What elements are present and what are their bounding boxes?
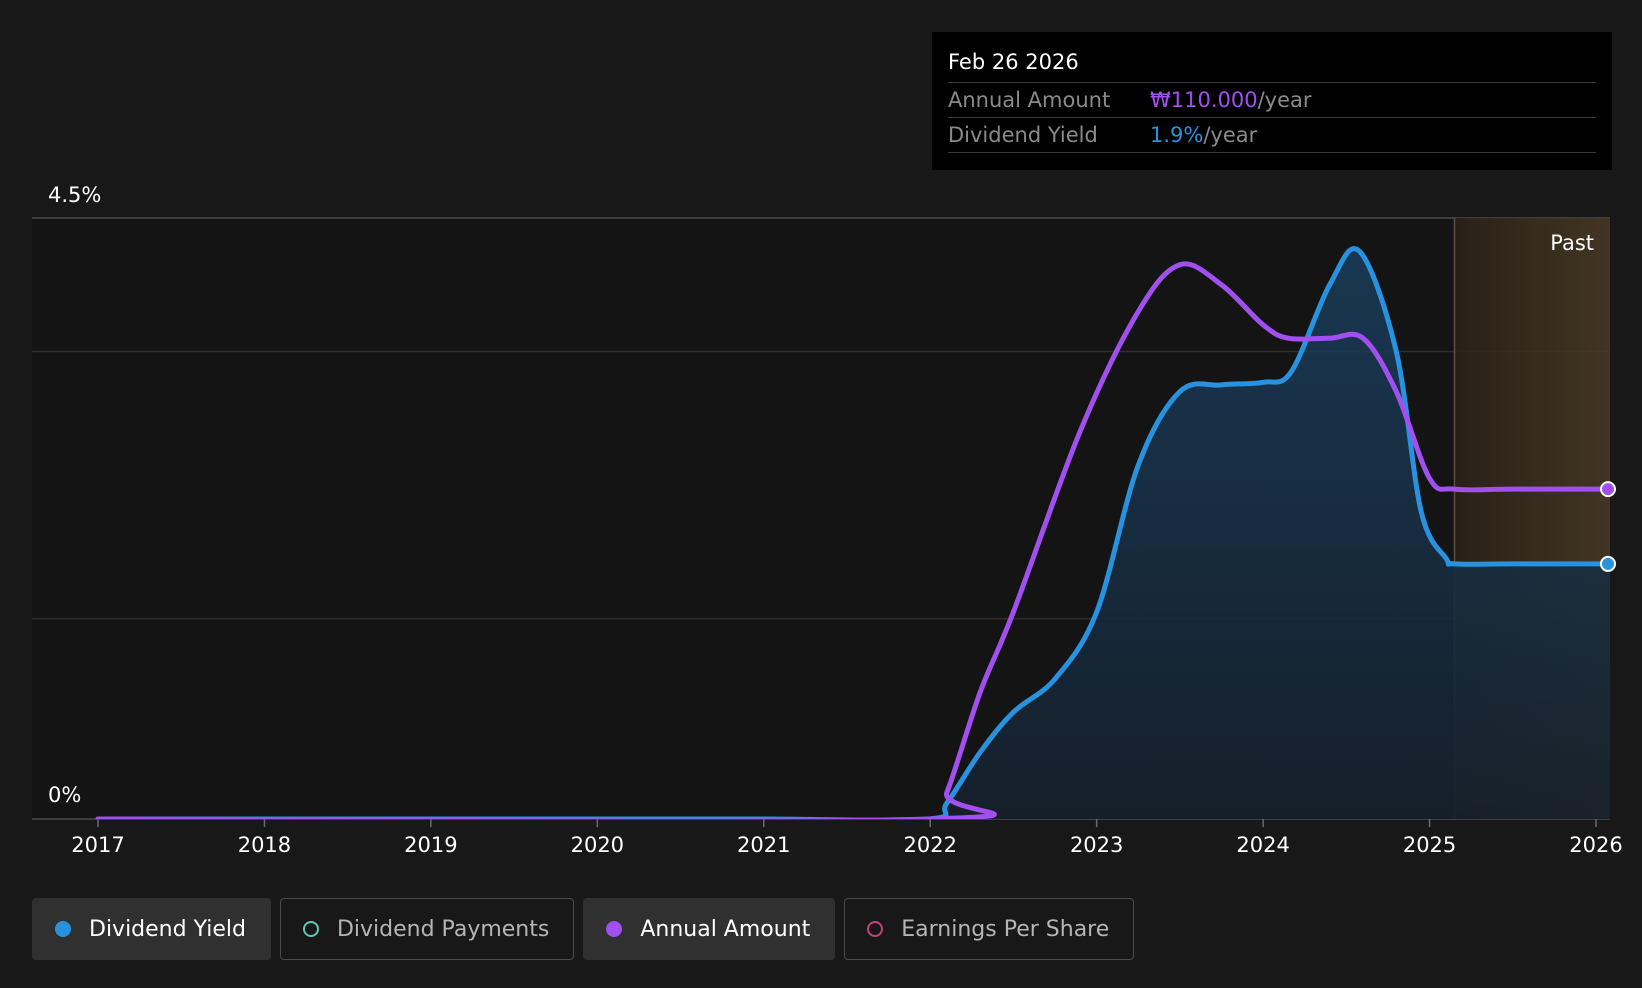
tooltip-value: ₩110.000 <box>1150 88 1258 112</box>
dividend-chart: Past 4.5% 0% 2017 2018 2019 2020 2021 2022 2023 2… <box>0 0 1642 880</box>
tooltip-row-annual-amount: Annual Amount ₩110.000 /year <box>948 83 1596 118</box>
x-tick-label: 2024 <box>1236 833 1289 857</box>
x-tick-label: 2021 <box>737 833 790 857</box>
x-tick-label: 2017 <box>71 833 124 857</box>
tooltip-label: Dividend Yield <box>948 123 1098 147</box>
x-tick-label: 2022 <box>903 833 956 857</box>
tooltip-unit: /year <box>1203 123 1258 147</box>
x-tick-label: 2025 <box>1403 833 1456 857</box>
legend-label: Dividend Yield <box>89 916 246 942</box>
x-tick-label: 2019 <box>404 833 457 857</box>
dividend-yield-end-marker <box>1600 555 1616 572</box>
legend-toggle-annual-amount[interactable]: Annual Amount <box>583 898 836 960</box>
x-tick-label: 2026 <box>1569 833 1622 857</box>
past-label: Past <box>1550 231 1594 255</box>
tooltip-unit: /year <box>1257 88 1312 112</box>
legend-label: Dividend Payments <box>336 916 550 942</box>
y-axis-bottom-label: 0% <box>48 783 81 807</box>
legend-label: Annual Amount <box>640 916 811 942</box>
tooltip-value: 1.9% <box>1150 123 1204 147</box>
dividend-yield-dot-icon <box>55 921 71 937</box>
tooltip-row-dividend-yield: Dividend Yield 1.9% /year <box>948 118 1596 153</box>
earnings-per-share-ring-icon <box>867 921 884 937</box>
legend-toggle-earnings-per-share[interactable]: Earnings Per Share <box>844 898 1135 960</box>
x-tick-label: 2023 <box>1070 833 1123 857</box>
legend-toggle-dividend-payments[interactable]: Dividend Payments <box>279 898 575 960</box>
x-tick-label: 2018 <box>238 833 291 857</box>
x-tick-label: 2020 <box>571 833 624 857</box>
annual-amount-end-marker <box>1600 481 1616 498</box>
annual-amount-dot-icon <box>606 921 623 937</box>
dividend-payments-ring-icon <box>302 921 319 937</box>
y-axis-top-label: 4.5% <box>48 183 101 207</box>
legend-toggle-dividend-yield[interactable]: Dividend Yield <box>32 898 271 960</box>
chart-legend: Dividend Yield Dividend Payments Annual … <box>32 898 1135 960</box>
tooltip-date: Feb 26 2026 <box>948 32 1596 83</box>
tooltip-label: Annual Amount <box>948 88 1111 112</box>
legend-label: Earnings Per Share <box>901 916 1110 942</box>
chart-tooltip: Feb 26 2026 Annual Amount ₩110.000 /year… <box>932 32 1612 170</box>
